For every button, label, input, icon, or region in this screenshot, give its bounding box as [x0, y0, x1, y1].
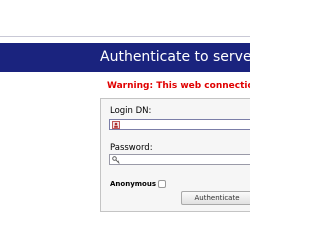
- top-divider: [0, 36, 250, 37]
- login-dn-field[interactable]: [109, 119, 250, 130]
- anonymous-checkbox[interactable]: [158, 180, 166, 188]
- password-label: Password:: [110, 143, 153, 153]
- login-form: Login DN: Password: Anonymous Authentica…: [100, 98, 250, 212]
- user-icon: [112, 121, 120, 129]
- key-icon: [112, 156, 120, 164]
- anonymous-label: Anonymous: [110, 180, 157, 188]
- connection-warning: Warning: This web connection i: [107, 81, 250, 91]
- login-dn-label: Login DN:: [110, 106, 152, 116]
- login-page: Authenticate to server My Warning: This …: [0, 0, 250, 250]
- password-field[interactable]: [109, 154, 250, 165]
- page-title: Authenticate to server My: [100, 49, 250, 65]
- header-bar: Authenticate to server My: [0, 43, 250, 72]
- authenticate-button[interactable]: Authenticate: [181, 191, 250, 205]
